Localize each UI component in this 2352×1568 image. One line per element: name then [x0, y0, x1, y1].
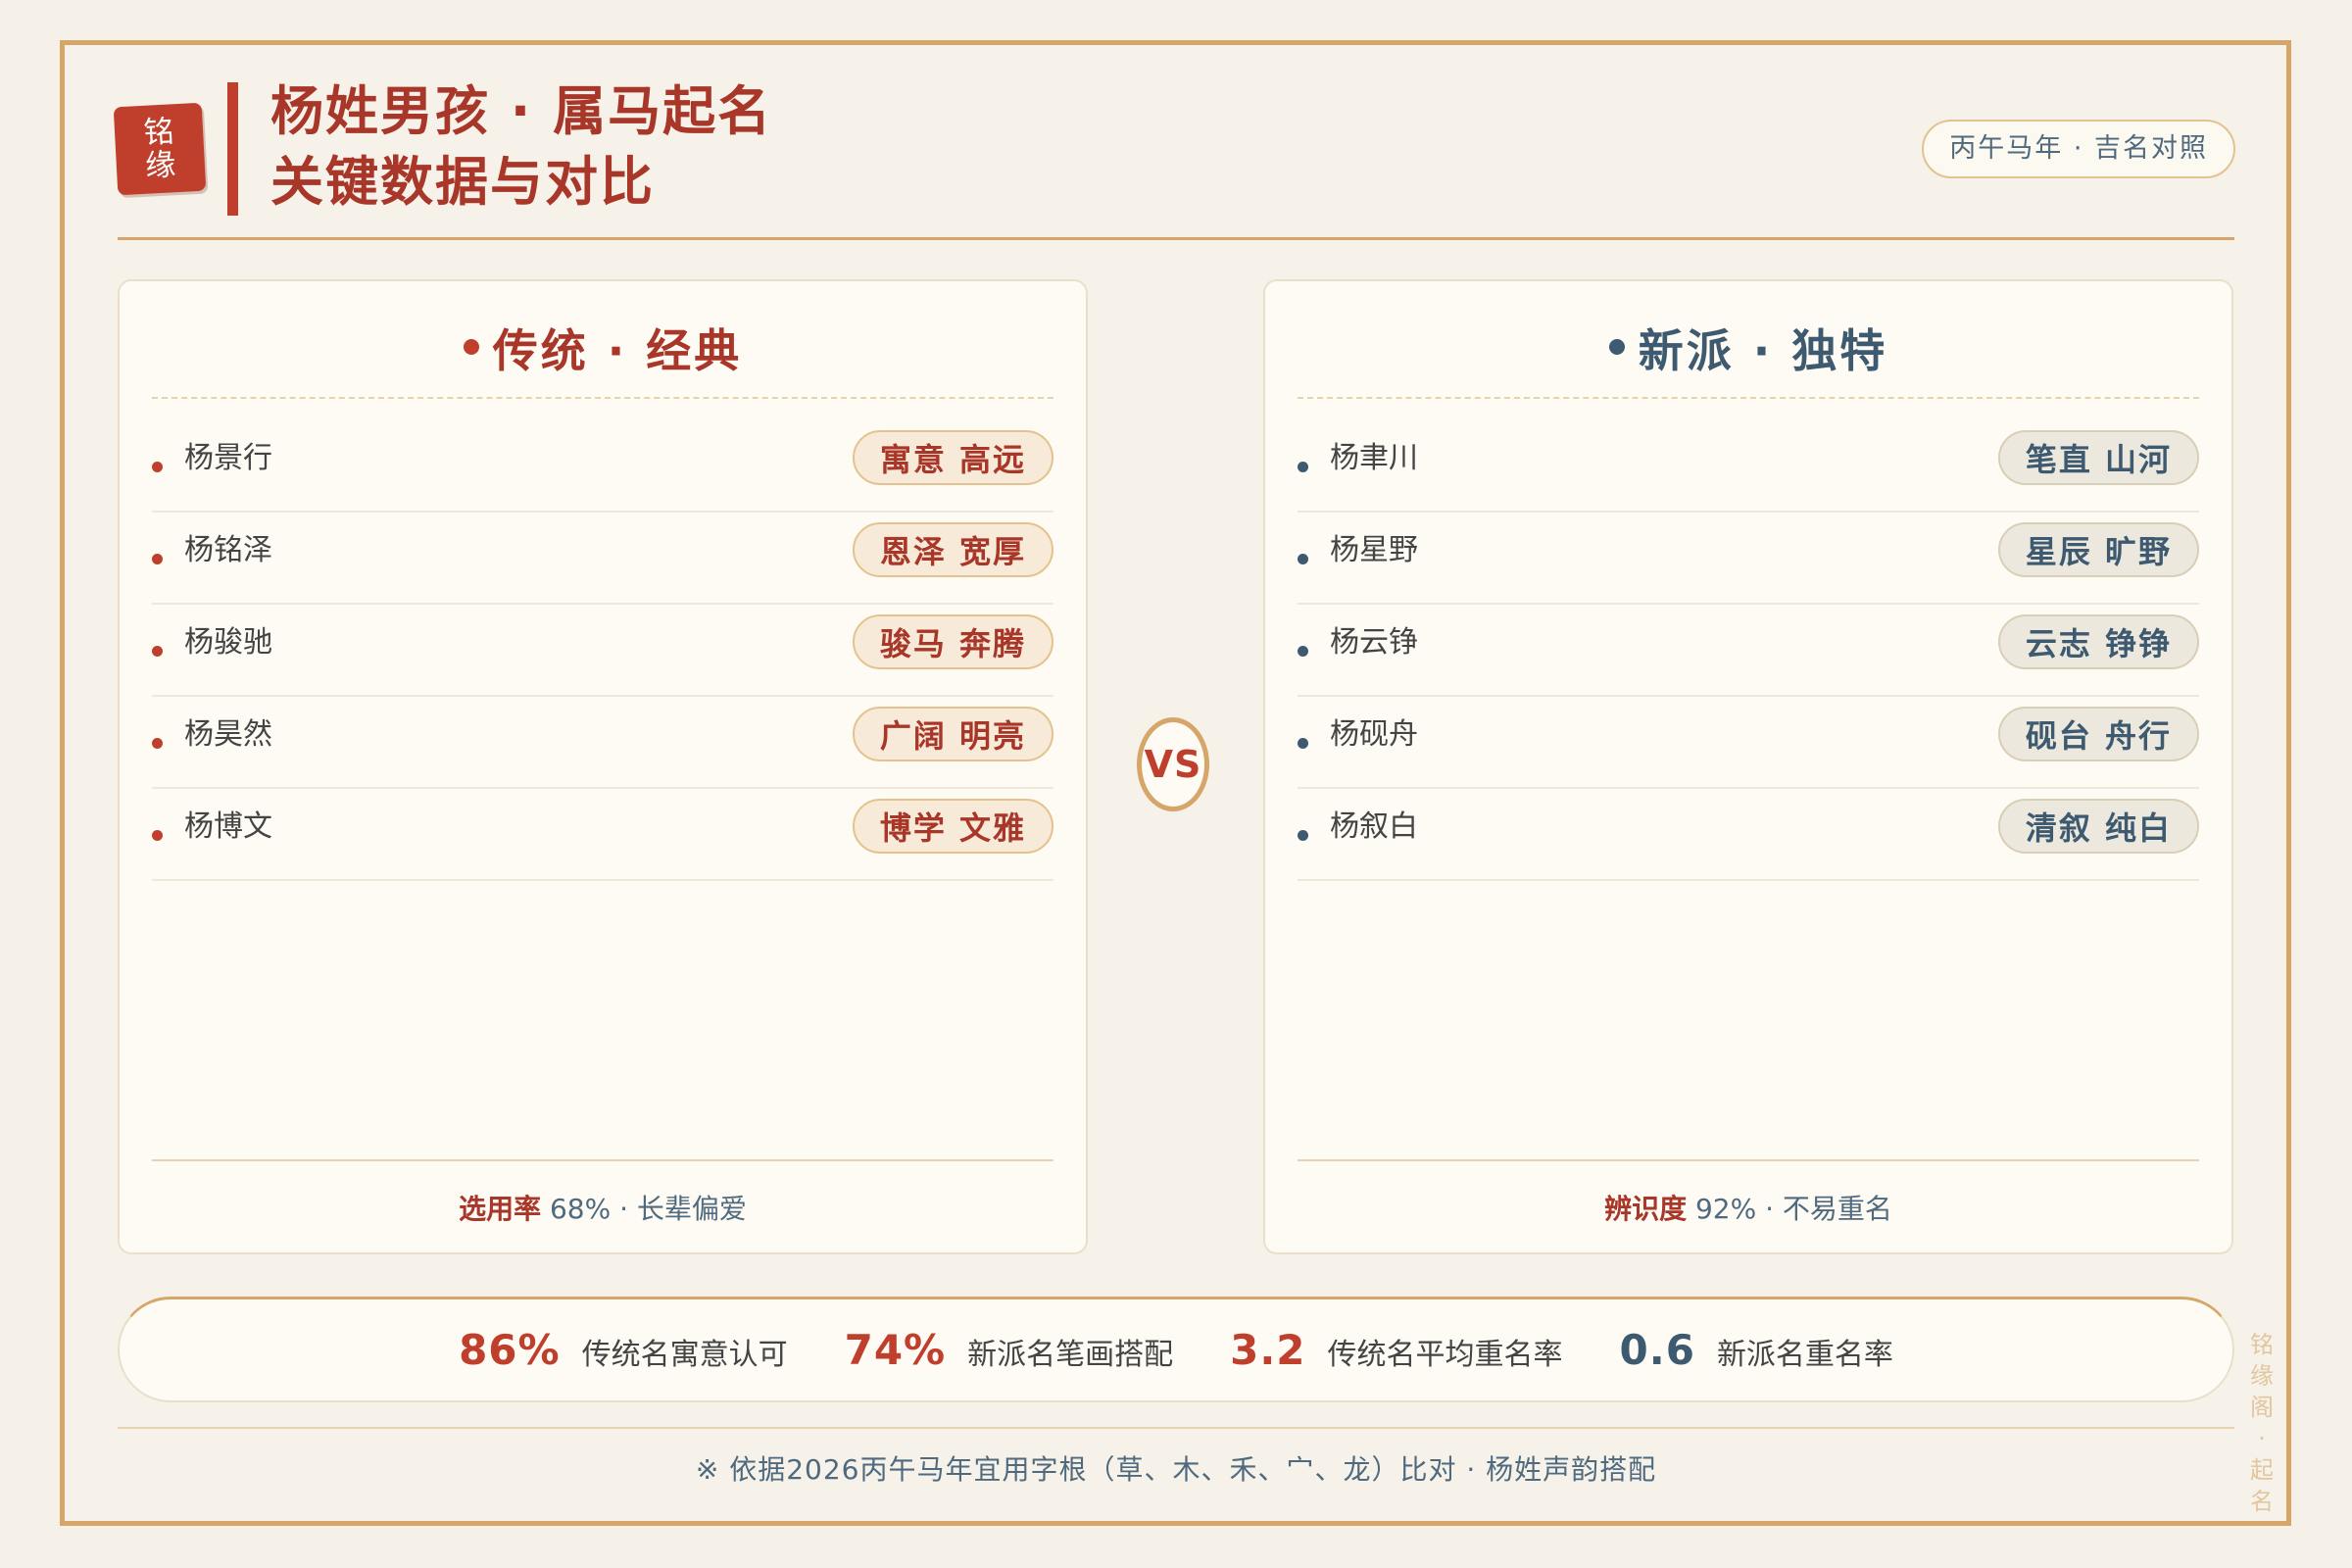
- meaning-tag: 广阔 明亮: [852, 707, 1054, 761]
- meaning-tag: 博学 文雅: [852, 799, 1054, 854]
- name-text: 杨铭泽: [184, 533, 272, 567]
- bullet-icon: [152, 738, 163, 749]
- meaning-tag: 清叙 纯白: [1997, 799, 2199, 854]
- meaning-tag: 恩泽 宽厚: [852, 522, 1054, 577]
- stat-label: 新派名笔画搭配: [967, 1338, 1174, 1372]
- traditional-panel: 传统 · 经典 杨景行 寓意 高远 杨铭泽 恩泽 宽厚 杨骏驰 骏马 奔腾 杨昊…: [118, 279, 1088, 1254]
- meaning-tag: 骏马 奔腾: [852, 614, 1054, 669]
- stat-item: 86% 传统名寓意认可: [459, 1326, 788, 1374]
- footnote: ※ 依据2026丙午马年宜用字根（草、木、禾、宀、龙）比对 · 杨姓声韵搭配: [695, 1453, 1657, 1486]
- footer-value: 92% · 不易重名: [1687, 1193, 1892, 1225]
- stat-label: 传统名平均重名率: [1327, 1338, 1563, 1372]
- meaning-tag: 笔直 山河: [1997, 430, 2199, 485]
- name-row[interactable]: 杨骏驰 骏马 奔腾: [152, 605, 1054, 697]
- bullet-icon: [152, 830, 163, 841]
- stat-item: 74% 新派名笔画搭配: [845, 1326, 1174, 1374]
- bullet-icon: [1298, 462, 1308, 472]
- name-row[interactable]: 杨云铮 云志 铮铮: [1298, 605, 2199, 697]
- name-row[interactable]: 杨砚舟 砚台 舟行: [1298, 697, 2199, 789]
- title-accent-bar: [227, 82, 238, 216]
- seal-char-1: 铭: [142, 114, 175, 151]
- name-row[interactable]: 杨叙白 清叙 纯白: [1298, 789, 2199, 881]
- seal-char-2: 缘: [144, 147, 177, 184]
- bullet-icon: [152, 462, 163, 472]
- name-text: 杨景行: [184, 441, 272, 475]
- meaning-tag: 砚台 舟行: [1997, 707, 2199, 761]
- name-row[interactable]: 杨星野 星辰 旷野: [1298, 513, 2199, 605]
- bullet-icon: [152, 646, 163, 657]
- side-watermark: 铭缘阁·起名: [2250, 1331, 2274, 1515]
- name-text: 杨昊然: [184, 717, 272, 752]
- name-row[interactable]: 杨昊然 广阔 明亮: [152, 697, 1054, 789]
- title-dot-icon: [1608, 338, 1625, 355]
- bullet-icon: [152, 554, 163, 564]
- name-text: 杨叙白: [1330, 809, 1418, 844]
- year-badge: 丙午马年 · 吉名对照: [1922, 120, 2235, 178]
- panel-footer-divider: [1298, 1159, 2199, 1161]
- stat-item: 0.6 新派名重名率: [1620, 1326, 1893, 1374]
- footer-key: 辨识度: [1604, 1193, 1688, 1225]
- modern-panel-footer: 辨识度 92% · 不易重名: [1265, 1188, 2231, 1227]
- meaning-tag: 寓意 高远: [852, 430, 1054, 485]
- footer-divider: [118, 1427, 2234, 1429]
- name-row[interactable]: 杨聿川 笔直 山河: [1298, 420, 2199, 513]
- name-row[interactable]: 杨铭泽 恩泽 宽厚: [152, 513, 1054, 605]
- panel-footer-divider: [152, 1159, 1054, 1161]
- modern-name-list: 杨聿川 笔直 山河 杨星野 星辰 旷野 杨云铮 云志 铮铮 杨砚舟 砚台 舟行 …: [1298, 420, 2199, 881]
- traditional-panel-title-text: 传统 · 经典: [492, 324, 743, 377]
- dashed-divider: [152, 397, 1054, 399]
- title-dot-icon: [463, 338, 479, 355]
- modern-panel: 新派 · 独特 杨聿川 笔直 山河 杨星野 星辰 旷野 杨云铮 云志 铮铮 杨砚…: [1263, 279, 2233, 1254]
- bullet-icon: [1298, 554, 1308, 564]
- traditional-panel-footer: 选用率 68% · 长辈偏爱: [120, 1188, 1086, 1227]
- modern-panel-title-text: 新派 · 独特: [1638, 324, 1888, 377]
- stat-label: 新派名重名率: [1716, 1338, 1893, 1372]
- stat-value: 86%: [459, 1326, 561, 1374]
- traditional-name-list: 杨景行 寓意 高远 杨铭泽 恩泽 宽厚 杨骏驰 骏马 奔腾 杨昊然 广阔 明亮 …: [152, 420, 1054, 881]
- bullet-icon: [1298, 646, 1308, 657]
- stat-value: 3.2: [1230, 1326, 1306, 1374]
- page-title: 杨姓男孩 · 属马起名 关键数据与对比: [270, 76, 772, 218]
- stat-label: 传统名寓意认可: [581, 1338, 788, 1372]
- stat-item: 3.2 传统名平均重名率: [1230, 1326, 1562, 1374]
- name-text: 杨云铮: [1330, 625, 1418, 660]
- name-row[interactable]: 杨博文 博学 文雅: [152, 789, 1054, 881]
- traditional-panel-title: 传统 · 经典: [120, 316, 1086, 380]
- footer-value: 68% · 长辈偏爱: [541, 1193, 747, 1225]
- vs-badge: VS: [1137, 717, 1209, 811]
- meaning-tag: 云志 铮铮: [1997, 614, 2199, 669]
- title-line-2: 关键数据与对比: [270, 151, 655, 213]
- name-text: 杨聿川: [1330, 441, 1418, 475]
- modern-panel-title: 新派 · 独特: [1265, 316, 2231, 380]
- stat-value: 0.6: [1619, 1326, 1695, 1374]
- header-divider: [118, 237, 2234, 240]
- name-text: 杨砚舟: [1330, 717, 1418, 752]
- brand-seal-logo: 铭 缘: [113, 102, 207, 196]
- dashed-divider: [1298, 397, 2199, 399]
- name-row[interactable]: 杨景行 寓意 高远: [152, 420, 1054, 513]
- name-text: 杨星野: [1330, 533, 1418, 567]
- footer-key: 选用率: [459, 1193, 542, 1225]
- meaning-tag: 星辰 旷野: [1997, 522, 2199, 577]
- bullet-icon: [1298, 738, 1308, 749]
- name-text: 杨博文: [184, 809, 272, 844]
- title-line-1: 杨姓男孩 · 属马起名: [270, 80, 773, 142]
- name-text: 杨骏驰: [184, 625, 272, 660]
- stats-strip: 86% 传统名寓意认可 74% 新派名笔画搭配 3.2 传统名平均重名率 0.6…: [118, 1297, 2234, 1402]
- stat-value: 74%: [844, 1326, 947, 1374]
- bullet-icon: [1298, 830, 1308, 841]
